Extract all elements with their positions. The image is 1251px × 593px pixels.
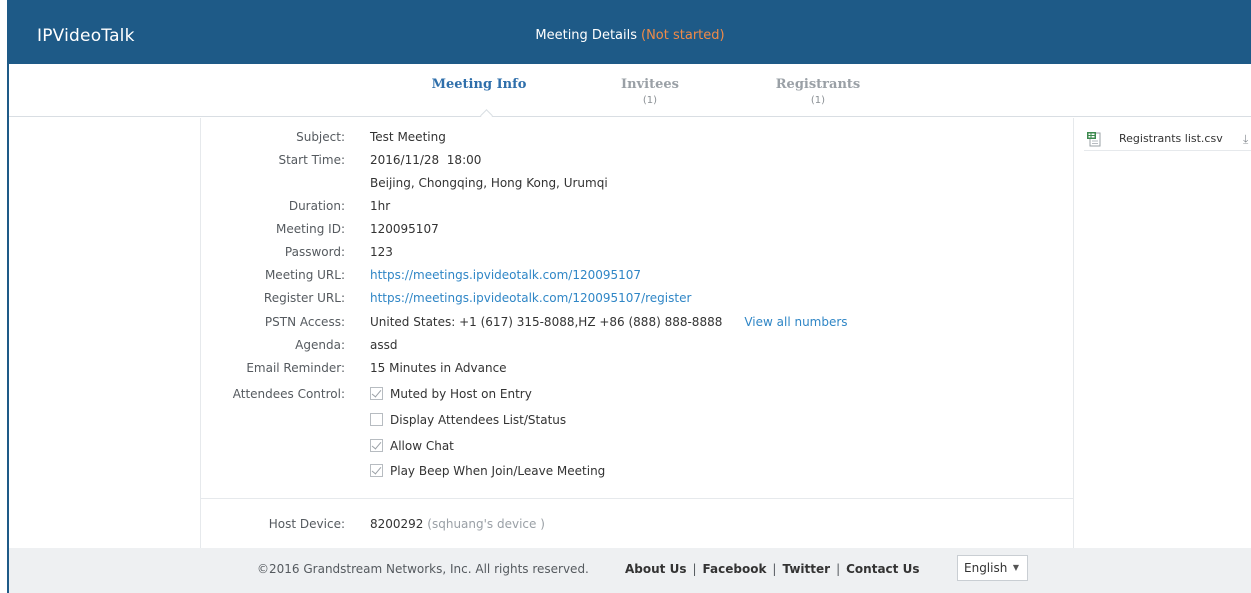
window-left-edge	[0, 0, 9, 593]
email-reminder-label: Email Reminder:	[246, 361, 345, 375]
option-allow-chat: Allow Chat	[370, 436, 454, 456]
tabs-bar: Meeting Info Invitees (1) Registrants (1…	[9, 64, 1251, 122]
checkbox-checked-icon	[370, 439, 383, 452]
meeting-id-label: Meeting ID:	[275, 222, 345, 236]
registrants-csv-file[interactable]: Registrants list.csv ⤓	[1084, 127, 1251, 151]
footer: ©2016 Grandstream Networks, Inc. All rig…	[9, 548, 1251, 593]
meeting-status: (Not started)	[641, 28, 725, 43]
attendees-control-label: Attendees Control:	[232, 387, 345, 401]
start-time-value: 2016/11/28 18:00	[370, 153, 482, 167]
option-label: Allow Chat	[390, 439, 454, 453]
option-muted-on-entry: Muted by Host on Entry	[370, 384, 532, 404]
pstn-access-value: United States: +1 (617) 315-8088,HZ +86 …	[370, 315, 723, 329]
tab-label: Meeting Info	[431, 77, 527, 92]
option-label: Display Attendees List/Status	[390, 413, 567, 427]
footer-link-about-us[interactable]: About Us	[625, 562, 686, 576]
tab-count: (1)	[810, 95, 826, 106]
host-device-value: 8200292	[370, 517, 424, 531]
tab-invitees[interactable]: Invitees (1)	[595, 77, 705, 106]
tab-registrants[interactable]: Registrants (1)	[759, 77, 877, 106]
checkbox-unchecked-icon	[370, 413, 383, 426]
footer-link-twitter[interactable]: Twitter	[782, 562, 830, 576]
section-divider	[200, 498, 1074, 499]
tab-label: Registrants	[775, 77, 861, 92]
meeting-details-content: Subject: Test Meeting Start Time: 2016/1…	[9, 118, 1251, 548]
csv-file-name: Registrants list.csv	[1119, 132, 1223, 145]
meeting-id-value: 120095107	[370, 222, 439, 236]
language-select[interactable]: English ▼	[957, 555, 1028, 581]
meeting-url-link[interactable]: https://meetings.ipvideotalk.com/1200951…	[370, 265, 641, 285]
password-label: Password:	[284, 245, 345, 259]
agenda-value: assd	[370, 338, 398, 352]
meeting-url-label: Meeting URL:	[264, 268, 345, 282]
tab-meeting-info[interactable]: Meeting Info	[420, 77, 538, 92]
page-title-text: Meeting Details	[535, 28, 638, 43]
password-value: 123	[370, 245, 393, 259]
download-icon[interactable]: ⤓	[1243, 127, 1248, 151]
footer-separator: |	[836, 562, 841, 576]
csv-file-icon	[1087, 132, 1101, 147]
agenda-label: Agenda:	[295, 338, 345, 352]
timezone-value: Beijing, Chongqing, Hong Kong, Urumqi	[370, 176, 608, 190]
top-bar: IPVideoTalk Meeting Details (Not started)	[9, 0, 1251, 64]
language-value: English	[964, 561, 1008, 575]
register-url-link[interactable]: https://meetings.ipvideotalk.com/1200951…	[370, 288, 691, 308]
checkbox-checked-icon	[370, 464, 383, 477]
duration-value: 1hr	[370, 199, 391, 213]
option-label: Play Beep When Join/Leave Meeting	[390, 464, 606, 478]
subject-label: Subject:	[296, 130, 345, 144]
option-display-attendees: Display Attendees List/Status	[370, 410, 566, 430]
footer-link-facebook[interactable]: Facebook	[703, 562, 767, 576]
host-device-value-wrap: 8200292 (sqhuang's device )	[370, 514, 545, 534]
subject-value: Test Meeting	[370, 130, 446, 144]
footer-links: About Us | Facebook | Twitter | Contact Us	[625, 562, 919, 576]
footer-separator: |	[692, 562, 697, 576]
tab-count: (1)	[642, 95, 658, 106]
footer-link-contact-us[interactable]: Contact Us	[846, 562, 919, 576]
pstn-access-value-wrap: United States: +1 (617) 315-8088,HZ +86 …	[370, 312, 848, 332]
option-play-beep: Play Beep When Join/Leave Meeting	[370, 461, 605, 481]
chevron-down-icon: ▼	[1012, 563, 1019, 572]
details-column	[200, 118, 1074, 548]
option-label: Muted by Host on Entry	[390, 387, 532, 401]
host-device-label: Host Device:	[268, 517, 345, 531]
host-device-owner: (sqhuang's device )	[427, 517, 545, 531]
pstn-access-label: PSTN Access:	[264, 315, 345, 329]
register-url-label: Register URL:	[263, 291, 345, 305]
start-time-label: Start Time:	[278, 153, 345, 167]
page-title: Meeting Details (Not started)	[9, 28, 1251, 43]
tab-label: Invitees	[621, 77, 679, 92]
footer-separator: |	[772, 562, 777, 576]
duration-label: Duration:	[288, 199, 345, 213]
view-all-numbers-link[interactable]: View all numbers	[744, 315, 847, 329]
copyright-text: ©2016 Grandstream Networks, Inc. All rig…	[257, 562, 589, 576]
email-reminder-value: 15 Minutes in Advance	[370, 361, 507, 375]
attachments-panel: Registrants list.csv ⤓	[1076, 118, 1251, 548]
checkbox-checked-icon	[370, 387, 383, 400]
